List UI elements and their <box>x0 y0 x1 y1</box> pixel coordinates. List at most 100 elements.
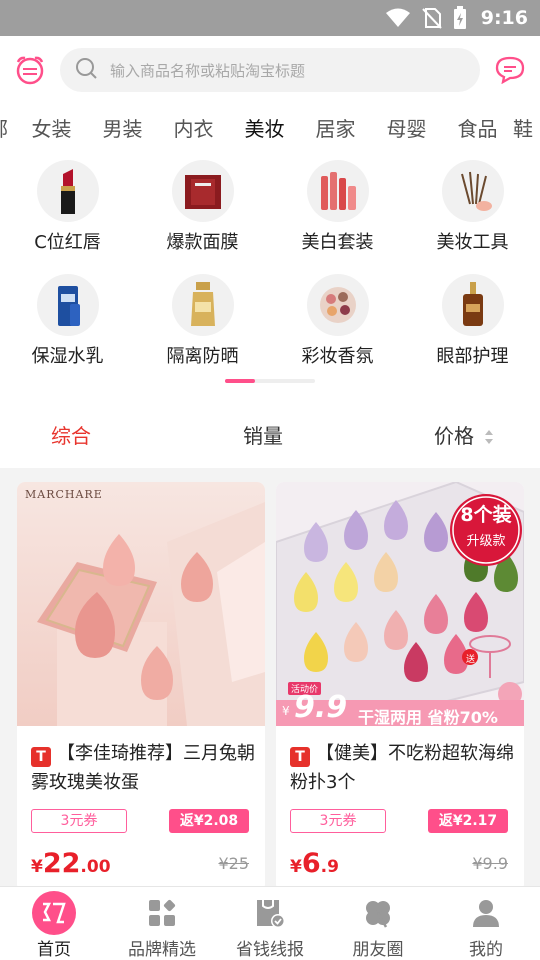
activity-price: 9.9 <box>294 690 348 725</box>
sort-arrows-icon <box>484 426 494 450</box>
subcategory-grid: C位红唇 爆款面膜 美白套装 美妆工具 保湿水乳 隔离防晒 彩妆香氛 眼部护理 <box>0 150 540 398</box>
search-icon <box>74 56 98 84</box>
tab-food[interactable]: 食品 <box>442 113 513 142</box>
nav-label: 省钱线报 <box>236 940 304 960</box>
tmall-badge: T <box>31 747 51 767</box>
header: 输入商品名称或粘贴淘宝标题 <box>0 36 540 104</box>
subcat-label: 隔离防晒 <box>166 346 239 367</box>
gift-label: 送 <box>466 655 476 665</box>
nav-home[interactable]: 首页 <box>0 887 108 960</box>
nav-label: 首页 <box>37 940 71 960</box>
promo-text: 干湿两用 省粉70% <box>358 708 498 726</box>
nav-label: 我的 <box>469 940 503 960</box>
pack-badge-main: 8个装 <box>460 504 512 526</box>
subcat-eye-care[interactable]: 眼部护理 <box>405 264 540 374</box>
subcat-makeup-tools[interactable]: 美妆工具 <box>405 150 540 260</box>
price-currency: ¥ <box>290 857 302 877</box>
lipstick-icon <box>36 160 99 222</box>
chat-bubble-icon[interactable] <box>494 54 526 86</box>
eye-serum-icon <box>441 274 504 336</box>
brand-watermark: MARCHARE <box>25 488 103 501</box>
nav-label: 品牌精选 <box>128 940 196 960</box>
product-image: 送 8个装 升级款 活动价 ¥ 9.9 干湿两用 省粉70% <box>276 482 524 726</box>
tab-men[interactable]: 男装 <box>87 113 158 142</box>
lotion-bottle-icon <box>36 274 99 336</box>
product-image: MARCHARE <box>17 482 265 726</box>
tab-underwear[interactable]: 内衣 <box>158 113 229 142</box>
product-price: ¥22.00 <box>31 848 111 879</box>
subcat-label: 保湿水乳 <box>31 346 104 367</box>
tmall-badge: T <box>290 747 310 767</box>
subcat-moisturizer[interactable]: 保湿水乳 <box>0 264 135 374</box>
tab-beauty[interactable]: 美妆 <box>229 113 300 142</box>
subcat-label: 彩妆香氛 <box>301 346 374 367</box>
brand-grid-icon <box>147 893 177 933</box>
product-title-text: 【健美】不吃粉超软海绵粉扑3个 <box>290 743 514 793</box>
subcat-label: C位红唇 <box>34 232 101 253</box>
activity-currency: ¥ <box>282 704 290 718</box>
face-mask-icon <box>171 160 234 222</box>
tab-women[interactable]: 女装 <box>16 113 87 142</box>
coupon-tag[interactable]: 3元券 <box>31 809 127 833</box>
status-time: 9:16 <box>480 7 528 29</box>
sunscreen-icon <box>171 274 234 336</box>
product-price: ¥6.9 <box>290 848 339 879</box>
status-bar: 9:16 <box>0 0 540 36</box>
clover-icon <box>362 893 394 933</box>
subcat-label: 爆款面膜 <box>166 232 239 253</box>
category-tabs: 鄂 女装 男装 内衣 美妆 居家 母婴 食品 鞋 <box>0 104 540 150</box>
tab-home[interactable]: 居家 <box>300 113 371 142</box>
battery-icon <box>453 6 467 30</box>
wifi-icon <box>385 8 411 28</box>
bottom-nav: 首页 品牌精选 省钱线报 朋友圈 我的 <box>0 886 540 960</box>
product-title-text: 【李佳琦推荐】三月兔朝雾玫瑰美妆蛋 <box>31 743 255 793</box>
nav-brand[interactable]: 品牌精选 <box>108 887 216 960</box>
subcat-label: 美白套装 <box>301 232 374 253</box>
profile-icon <box>471 893 501 933</box>
sort-overall[interactable]: 综合 <box>51 420 91 449</box>
subcat-sunscreen[interactable]: 隔离防晒 <box>135 264 270 374</box>
price-integer: 6 <box>301 848 321 879</box>
home-rebate-icon <box>31 891 77 935</box>
no-sim-icon <box>421 7 443 29</box>
search-input[interactable]: 输入商品名称或粘贴淘宝标题 <box>60 48 480 92</box>
product-title: T 【健美】不吃粉超软海绵粉扑3个 <box>290 739 514 797</box>
makeup-brush-icon <box>441 160 504 222</box>
search-placeholder: 输入商品名称或粘贴淘宝标题 <box>110 61 306 80</box>
tab-shoes-partial[interactable]: 鞋 <box>513 113 540 142</box>
original-price: ¥9.9 <box>472 854 508 873</box>
sort-sales[interactable]: 销量 <box>243 420 283 449</box>
product-card[interactable]: 送 8个装 升级款 活动价 ¥ 9.9 干湿两用 省粉70% T 【健美】不吃粉超… <box>276 482 524 892</box>
subcat-lipstick[interactable]: C位红唇 <box>0 150 135 260</box>
subcat-label: 美妆工具 <box>436 232 509 253</box>
alarm-clock-logo-icon[interactable] <box>14 54 46 86</box>
subcat-face-mask[interactable]: 爆款面膜 <box>135 150 270 260</box>
tab-baby[interactable]: 母婴 <box>371 113 442 142</box>
tab-partial-left[interactable]: 鄂 <box>0 113 16 142</box>
subcat-makeup-fragrance[interactable]: 彩妆香氛 <box>270 264 405 374</box>
price-decimal: .9 <box>320 857 339 877</box>
nav-me[interactable]: 我的 <box>432 887 540 960</box>
price-currency: ¥ <box>31 857 43 877</box>
page-indicator <box>225 379 315 383</box>
pack-badge-sub: 升级款 <box>466 534 506 549</box>
nav-savings[interactable]: 省钱线报 <box>216 887 324 960</box>
original-price: ¥25 <box>218 854 249 873</box>
subcat-label: 眼部护理 <box>436 346 509 367</box>
sort-bar: 综合 销量 价格 <box>0 398 540 468</box>
product-title: T 【李佳琦推荐】三月兔朝雾玫瑰美妆蛋 <box>31 739 255 797</box>
nav-friends[interactable]: 朋友圈 <box>324 887 432 960</box>
skincare-set-icon <box>306 160 369 222</box>
subcat-whitening-set[interactable]: 美白套装 <box>270 150 405 260</box>
sort-price[interactable]: 价格 <box>434 420 494 450</box>
coupon-tag[interactable]: 3元券 <box>290 809 386 833</box>
nav-label: 朋友圈 <box>352 940 404 960</box>
savings-bag-icon <box>253 893 287 933</box>
price-decimal: .00 <box>80 857 111 877</box>
sort-price-label: 价格 <box>434 424 474 448</box>
price-integer: 22 <box>42 848 81 879</box>
page-indicator-active <box>225 379 255 383</box>
rebate-tag: 返¥2.08 <box>169 809 249 833</box>
product-card[interactable]: MARCHARE T 【李佳琦推荐】三月兔朝雾玫瑰美妆蛋 3元券 返¥2.08 ¥… <box>17 482 265 892</box>
rebate-tag: 返¥2.17 <box>428 809 508 833</box>
